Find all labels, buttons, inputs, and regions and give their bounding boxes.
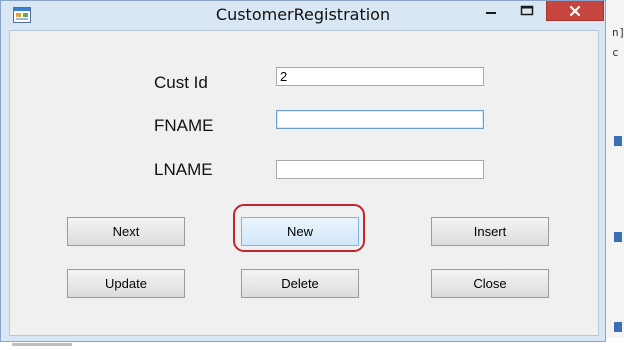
insert-button[interactable]: Insert xyxy=(431,217,549,246)
screenshot: n] c CustomerRegistration Cust Id 2 FNAM… xyxy=(0,0,624,350)
cust-id-input[interactable] xyxy=(276,67,484,86)
close-icon xyxy=(569,5,581,16)
minimize-icon xyxy=(486,12,496,14)
close-window-button[interactable] xyxy=(546,1,604,21)
maximize-button[interactable] xyxy=(511,1,543,21)
lname-input[interactable] xyxy=(276,160,484,179)
background-editor-mark xyxy=(12,343,72,346)
minimize-button[interactable] xyxy=(475,1,507,21)
delete-button[interactable]: Delete xyxy=(241,269,359,298)
background-editor-text: n] xyxy=(612,26,624,39)
title-bar[interactable]: CustomerRegistration xyxy=(1,1,605,29)
background-editor-marker xyxy=(614,232,622,242)
background-editor-text: c xyxy=(612,46,619,59)
background-editor-marker xyxy=(614,322,622,332)
close-button[interactable]: Close xyxy=(431,269,549,298)
new-button[interactable]: New xyxy=(241,217,359,246)
next-button[interactable]: Next xyxy=(67,217,185,246)
cust-id-label: Cust Id xyxy=(154,73,208,92)
fname-input[interactable] xyxy=(276,110,484,129)
form-client-area: Cust Id FNAME LNAME Next New Insert Upda… xyxy=(9,30,599,336)
maximize-icon xyxy=(520,5,534,16)
background-editor-marker xyxy=(614,136,622,146)
update-button[interactable]: Update xyxy=(67,269,185,298)
lname-label: LNAME xyxy=(154,160,213,179)
fname-label: FNAME xyxy=(154,116,214,135)
customer-registration-window: CustomerRegistration Cust Id 2 FNAME LNA… xyxy=(0,0,606,342)
